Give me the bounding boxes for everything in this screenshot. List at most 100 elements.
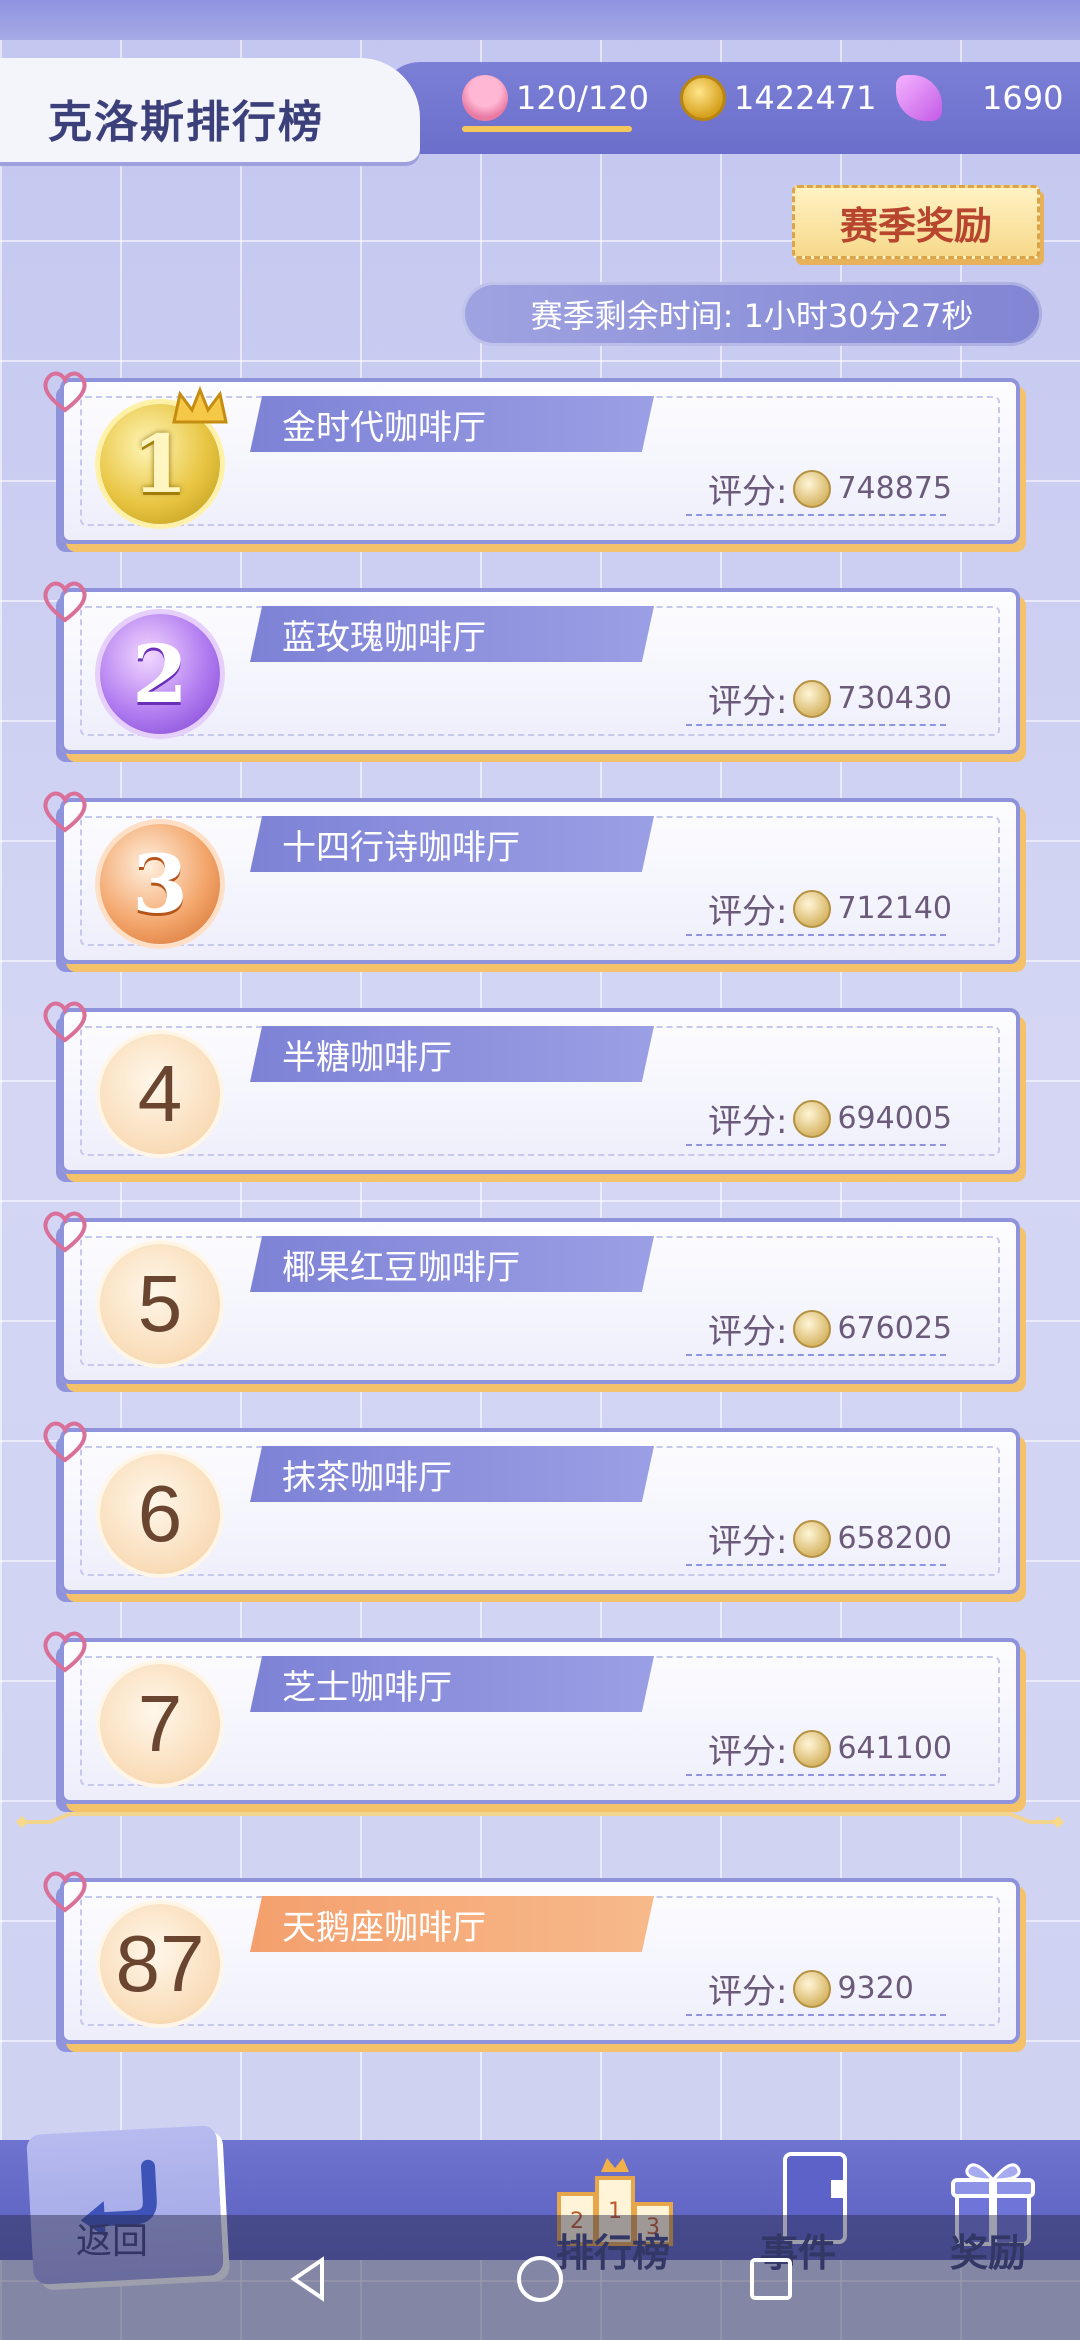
score-medal-icon	[793, 679, 832, 718]
heart-icon	[43, 1421, 87, 1463]
stamina-bar	[462, 126, 632, 132]
score-value: 9320	[837, 1971, 914, 2006]
score-underline	[686, 1144, 946, 1146]
cafe-name: 蓝玫瑰咖啡厅	[250, 606, 654, 662]
rank-medal: 3	[100, 824, 220, 944]
rank-card[interactable]: 2 蓝玫瑰咖啡厅评分: 730430	[43, 581, 1020, 758]
cafe-name: 椰果红豆咖啡厅	[250, 1236, 654, 1292]
heart-icon	[43, 1871, 87, 1913]
gold-value: 1422471	[734, 79, 877, 117]
score-underline	[686, 1564, 946, 1566]
heart-icon	[43, 1211, 87, 1253]
rank-card[interactable]: 1 金时代咖啡厅评分: 748875	[43, 371, 1020, 548]
rank-number: 4	[137, 1049, 183, 1138]
heart-icon	[43, 371, 87, 413]
rank-card[interactable]: 4 半糖咖啡厅评分: 694005	[43, 1001, 1020, 1178]
gold-coin-icon	[680, 75, 726, 121]
heart-icon	[43, 581, 87, 623]
rank-card[interactable]: 5 椰果红豆咖啡厅评分: 676025	[43, 1211, 1020, 1388]
score-value: 658200	[837, 1521, 952, 1556]
score-label: 评分:	[708, 472, 788, 512]
score-row: 评分: 9320	[708, 1964, 914, 2013]
gem-counter[interactable]: 1690	[896, 70, 1063, 126]
cake-icon	[462, 75, 508, 121]
score-underline	[686, 1774, 946, 1776]
rank-medal: 87	[100, 1904, 220, 2024]
page-title: 克洛斯排行榜	[48, 97, 324, 148]
rank-medal: 6	[100, 1454, 220, 1574]
rank-number: 87	[115, 1919, 205, 2008]
rank-number: 5	[137, 1259, 183, 1348]
season-timer: 赛季剩余时间: 1小时30分27秒	[462, 282, 1042, 346]
gold-counter[interactable]: 1422471	[680, 70, 877, 126]
rank-medal: 2	[100, 614, 220, 734]
rank-card[interactable]: 6 抹茶咖啡厅评分: 658200	[43, 1421, 1020, 1598]
score-row: 评分: 676025	[708, 1304, 952, 1353]
score-row: 评分: 641100	[708, 1724, 952, 1773]
header: 克洛斯排行榜 120/120 1422471 1690	[0, 40, 1080, 164]
rank-card[interactable]: 3 十四行诗咖啡厅评分: 712140	[43, 791, 1020, 968]
rank-medal: 5	[100, 1244, 220, 1364]
rank-number: 1	[132, 417, 188, 511]
score-medal-icon	[793, 1969, 832, 2008]
score-underline	[686, 514, 946, 516]
score-row: 评分: 730430	[708, 674, 952, 723]
rank-number: 6	[137, 1469, 183, 1558]
rank-number: 7	[137, 1679, 183, 1768]
rank-medal: 7	[100, 1664, 220, 1784]
score-value: 694005	[837, 1101, 952, 1136]
heart-icon	[43, 791, 87, 833]
score-label: 评分:	[708, 892, 788, 932]
heart-icon	[43, 1631, 87, 1673]
stamina-counter[interactable]: 120/120	[462, 70, 649, 132]
score-underline	[686, 934, 946, 936]
score-value: 748875	[837, 471, 952, 506]
recents-square-icon[interactable]	[746, 2254, 796, 2304]
cafe-name: 天鹅座咖啡厅	[250, 1896, 654, 1952]
stamina-value: 120/120	[516, 79, 649, 117]
title-box: 克洛斯排行榜	[0, 58, 420, 162]
score-value: 641100	[837, 1731, 952, 1766]
crown-icon	[172, 386, 228, 424]
status-strip	[0, 0, 1080, 40]
score-row: 评分: 694005	[708, 1094, 952, 1143]
gem-icon	[896, 75, 942, 121]
cafe-name: 金时代咖啡厅	[250, 396, 654, 452]
score-row: 评分: 748875	[708, 464, 952, 513]
score-value: 676025	[837, 1311, 952, 1346]
rank-card[interactable]: 7 芝士咖啡厅评分: 641100	[43, 1631, 1020, 1808]
score-label: 评分:	[708, 1522, 788, 1562]
score-row: 评分: 712140	[708, 884, 952, 933]
back-triangle-icon[interactable]	[284, 2254, 334, 2304]
score-row: 评分: 658200	[708, 1514, 952, 1563]
score-medal-icon	[793, 889, 832, 928]
score-medal-icon	[793, 1309, 832, 1348]
cafe-name: 抹茶咖啡厅	[250, 1446, 654, 1502]
score-medal-icon	[793, 1519, 832, 1558]
score-medal-icon	[793, 1099, 832, 1138]
heart-icon	[43, 1001, 87, 1043]
score-underline	[686, 1354, 946, 1356]
season-reward-button[interactable]: 赛季奖励	[792, 185, 1040, 259]
divider	[16, 1812, 1064, 1828]
rank-medal: 4	[100, 1034, 220, 1154]
score-label: 评分:	[708, 1312, 788, 1352]
self-rank-card[interactable]: 87 天鹅座咖啡厅评分: 9320	[43, 1871, 1020, 2048]
score-medal-icon	[793, 1729, 832, 1768]
cafe-name: 半糖咖啡厅	[250, 1026, 654, 1082]
score-medal-icon	[793, 469, 832, 508]
rank-number: 3	[132, 837, 188, 931]
score-label: 评分:	[708, 1102, 788, 1142]
score-underline	[686, 724, 946, 726]
score-underline	[686, 2014, 946, 2016]
gem-value: 1690	[982, 79, 1064, 117]
score-label: 评分:	[708, 682, 788, 722]
rank-number: 2	[132, 627, 188, 721]
cafe-name: 芝士咖啡厅	[250, 1656, 654, 1712]
cafe-name: 十四行诗咖啡厅	[250, 816, 654, 872]
score-value: 730430	[837, 681, 952, 716]
score-label: 评分:	[708, 1972, 788, 2012]
home-circle-icon[interactable]	[515, 2254, 565, 2304]
score-value: 712140	[837, 891, 952, 926]
score-label: 评分:	[708, 1732, 788, 1772]
